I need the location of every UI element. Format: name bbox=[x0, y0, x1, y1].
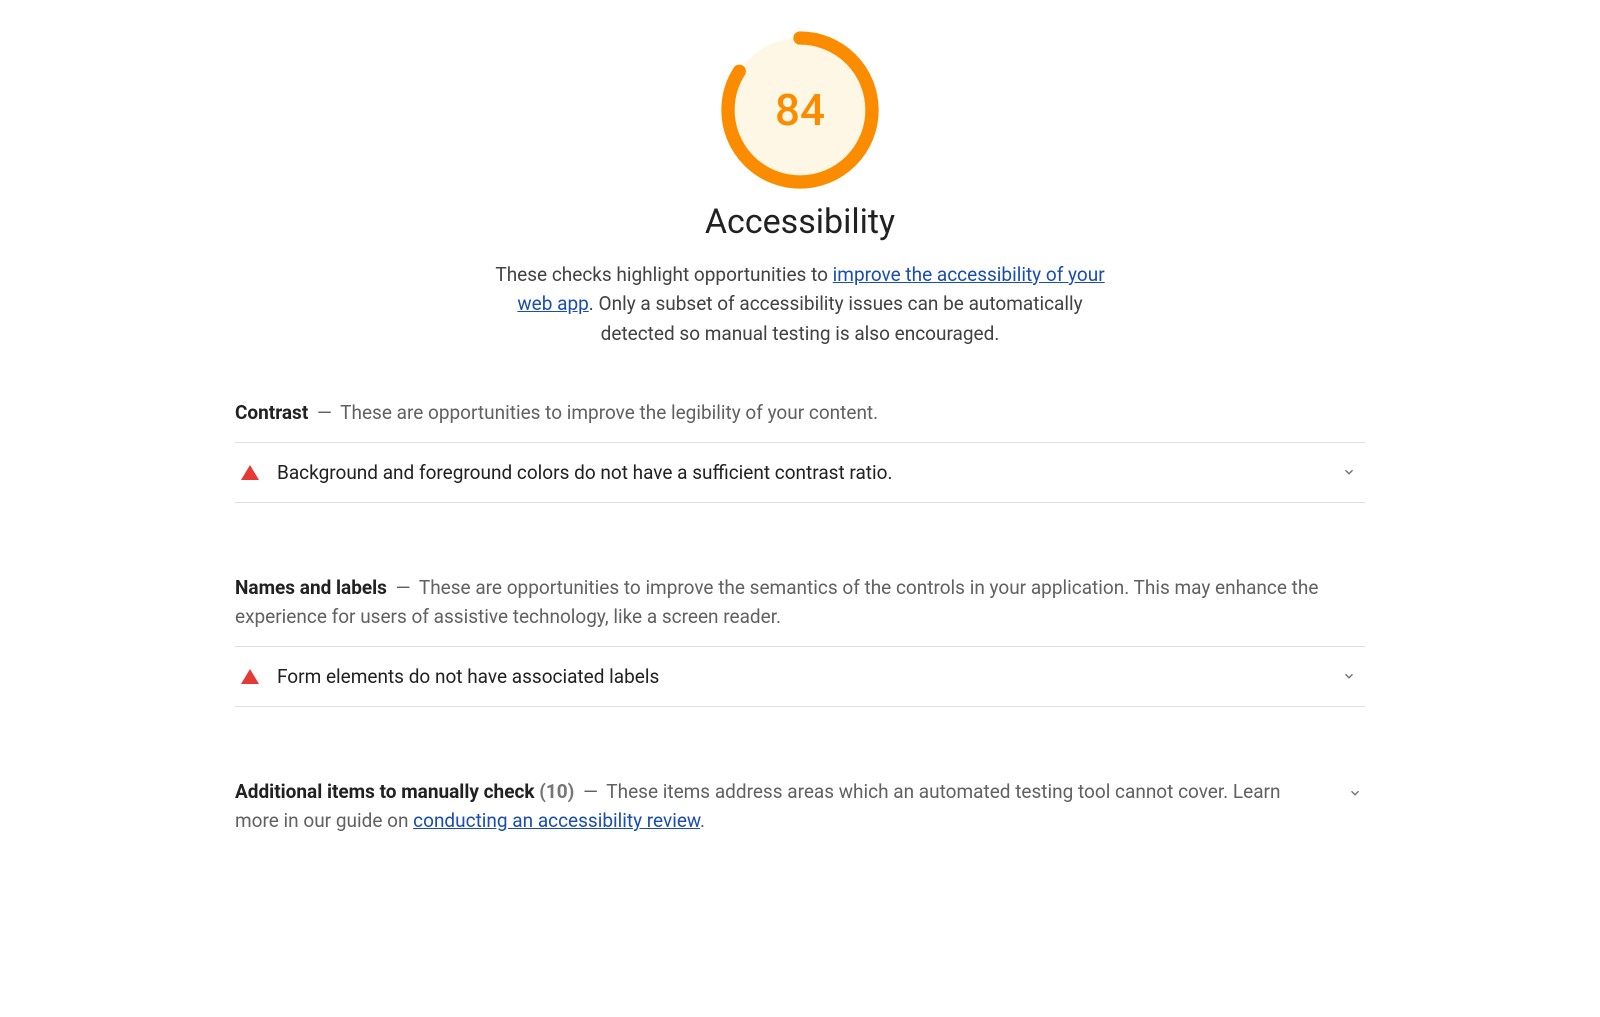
category-title: Accessibility bbox=[705, 202, 895, 242]
accessibility-report: 84 Accessibility These checks highlight … bbox=[205, 0, 1395, 966]
chevron-down-icon[interactable] bbox=[1345, 783, 1365, 803]
audit-title: Form elements do not have associated lab… bbox=[277, 665, 1339, 688]
audit-group-contrast: Contrast — These are opportunities to im… bbox=[235, 398, 1365, 502]
audit-title: Background and foreground colors do not … bbox=[277, 461, 1339, 484]
group-title: Names and labels bbox=[235, 576, 387, 599]
group-title: Contrast bbox=[235, 401, 308, 424]
chevron-down-icon[interactable] bbox=[1339, 462, 1359, 482]
warning-triangle-icon bbox=[241, 669, 259, 684]
group-description: These are opportunities to improve the l… bbox=[340, 401, 878, 424]
warning-triangle-icon bbox=[241, 465, 259, 480]
accessibility-review-link[interactable]: conducting an accessibility review bbox=[413, 809, 700, 832]
audit-group-names-labels: Names and labels — These are opportuniti… bbox=[235, 573, 1365, 707]
group-header: Names and labels — These are opportuniti… bbox=[235, 573, 1365, 632]
group-title: Additional items to manually check bbox=[235, 780, 535, 803]
report-header: 84 Accessibility These checks highlight … bbox=[235, 30, 1365, 348]
score-value: 84 bbox=[775, 88, 825, 132]
dash: — bbox=[313, 401, 336, 424]
dash: — bbox=[579, 780, 602, 803]
audit-group-manual: Additional items to manually check (10) … bbox=[235, 777, 1365, 836]
chevron-down-icon[interactable] bbox=[1339, 666, 1359, 686]
manual-desc-suffix: . bbox=[700, 809, 705, 832]
audit-item-form-labels[interactable]: Form elements do not have associated lab… bbox=[235, 646, 1365, 707]
audit-item-contrast-ratio[interactable]: Background and foreground colors do not … bbox=[235, 442, 1365, 503]
group-header: Contrast — These are opportunities to im… bbox=[235, 398, 1365, 427]
category-description: These checks highlight opportunities to … bbox=[490, 260, 1110, 348]
desc-text-suffix: . Only a subset of accessibility issues … bbox=[589, 292, 1083, 344]
score-gauge: 84 bbox=[720, 30, 880, 190]
manual-count: (10) bbox=[539, 780, 574, 803]
group-header: Additional items to manually check (10) … bbox=[235, 777, 1365, 836]
desc-text-prefix: These checks highlight opportunities to bbox=[495, 263, 832, 286]
dash: — bbox=[392, 576, 415, 599]
